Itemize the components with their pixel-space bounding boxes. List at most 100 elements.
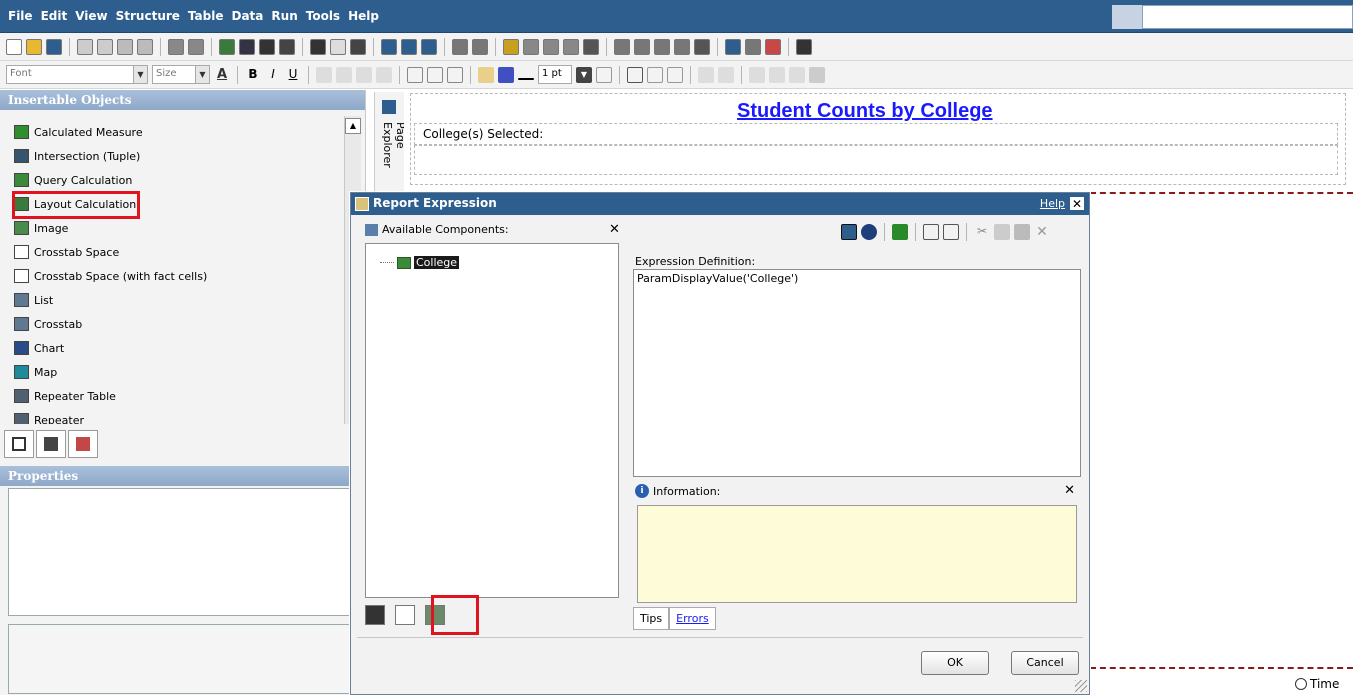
table-icon[interactable] (627, 66, 643, 83)
menu-view[interactable]: View (75, 9, 107, 23)
pick-style-icon[interactable] (769, 66, 785, 83)
borders-icon[interactable] (596, 66, 612, 83)
menu-file[interactable]: File (8, 9, 33, 23)
dialog-help-link[interactable]: Help (1040, 197, 1065, 210)
tab-source[interactable] (4, 430, 34, 458)
up-icon[interactable] (421, 39, 437, 55)
resize-grip[interactable] (1075, 680, 1087, 692)
ok-button[interactable]: OK (921, 651, 989, 675)
forward-icon[interactable] (401, 39, 417, 55)
copy-icon[interactable] (994, 224, 1010, 240)
list-icon[interactable] (452, 39, 468, 55)
bold-icon[interactable]: B (245, 67, 261, 83)
swap-icon[interactable] (765, 39, 781, 55)
expression-editor-icon[interactable] (923, 224, 939, 240)
valign-bottom-icon[interactable] (447, 66, 463, 83)
justify-icon[interactable] (376, 66, 392, 83)
page-explorer-strip[interactable]: Page Explorer (374, 92, 407, 192)
report-empty-block[interactable] (414, 145, 1338, 175)
indent-icon[interactable] (698, 66, 714, 83)
list-item[interactable]: Calculated Measure (14, 123, 143, 141)
undo-icon[interactable] (168, 39, 184, 55)
chevron-down-icon[interactable]: ▼ (133, 66, 147, 83)
border-color-icon[interactable] (498, 66, 514, 83)
chevron-down-icon[interactable] (279, 39, 295, 55)
new-icon[interactable] (6, 39, 22, 55)
lock-icon[interactable] (310, 39, 326, 55)
run-icon[interactable] (259, 39, 275, 55)
valign-top-icon[interactable] (407, 66, 423, 83)
list-item[interactable]: Repeater (14, 411, 84, 424)
tab-tips[interactable]: Tips (633, 607, 670, 630)
tab-data-items[interactable] (36, 430, 66, 458)
list-item[interactable]: Repeater Table (14, 387, 116, 405)
redo-icon[interactable] (188, 39, 204, 55)
chevron-down-icon[interactable] (350, 39, 366, 55)
list-item[interactable]: List (14, 291, 53, 309)
copy-icon[interactable] (97, 39, 113, 55)
align-right-icon[interactable] (356, 66, 372, 83)
line-width-combo[interactable]: 1 pt (538, 65, 572, 84)
menu-table[interactable]: Table (188, 9, 224, 23)
tab-data-items-icon[interactable] (395, 605, 415, 625)
list-item[interactable]: Crosstab Space (with fact cells) (14, 267, 207, 285)
help-icon[interactable] (796, 39, 812, 55)
apply-style-icon[interactable] (789, 66, 805, 83)
report-title[interactable]: Student Counts by College (737, 100, 993, 123)
page-icon[interactable] (330, 39, 346, 55)
chevron-down-icon[interactable]: ▼ (576, 66, 592, 83)
chart-type-icon[interactable] (583, 39, 599, 55)
list-item[interactable]: Crosstab (14, 315, 82, 333)
menu-help[interactable]: Help (348, 9, 379, 23)
menu-tools[interactable]: Tools (306, 9, 340, 23)
group-icon[interactable] (674, 39, 690, 55)
sql-editor-icon[interactable] (943, 224, 959, 240)
xml-icon[interactable] (239, 39, 255, 55)
tab-source-icon[interactable] (365, 605, 385, 625)
size-combo[interactable]: Size ▼ (152, 65, 210, 84)
list-item[interactable]: Intersection (Tuple) (14, 147, 140, 165)
italic-icon[interactable]: I (265, 67, 281, 83)
close-icon[interactable]: ✕ (1069, 196, 1085, 211)
show-components-icon[interactable] (841, 224, 857, 240)
tree-icon[interactable] (472, 39, 488, 55)
cut-icon[interactable] (77, 39, 93, 55)
cancel-button[interactable]: Cancel (1011, 651, 1079, 675)
list-item[interactable]: Image (14, 219, 68, 237)
back-icon[interactable] (381, 39, 397, 55)
list-item[interactable]: Crosstab Space (14, 243, 119, 261)
paste-icon[interactable] (117, 39, 133, 55)
expression-icon[interactable] (219, 39, 235, 55)
align-left-icon[interactable] (316, 66, 332, 83)
font-combo[interactable]: Font ▼ (6, 65, 148, 84)
chevron-down-icon[interactable]: ▼ (195, 66, 209, 83)
paste-icon[interactable] (1014, 224, 1030, 240)
section-icon[interactable] (654, 39, 670, 55)
tab-errors[interactable]: Errors (669, 607, 716, 630)
close-icon[interactable]: ✕ (609, 222, 620, 237)
menu-run[interactable]: Run (271, 9, 297, 23)
merge-cells-icon[interactable] (647, 66, 663, 83)
list-item[interactable]: Map (14, 363, 57, 381)
scroll-up-icon[interactable]: ▲ (345, 118, 361, 134)
close-icon[interactable]: ✕ (1064, 483, 1075, 498)
menu-structure[interactable]: Structure (116, 9, 180, 23)
validate-icon[interactable] (892, 224, 908, 240)
list-item[interactable]: Chart (14, 339, 64, 357)
open-icon[interactable] (26, 39, 42, 55)
drill-icon[interactable] (694, 39, 710, 55)
align-center-icon[interactable] (336, 66, 352, 83)
line-style-icon[interactable] (518, 77, 534, 80)
cut-icon[interactable]: ✂ (974, 224, 990, 240)
sort-icon[interactable] (523, 39, 539, 55)
style-icon[interactable] (809, 66, 825, 83)
college-selected-block[interactable]: College(s) Selected: (414, 123, 1338, 145)
sort-desc-icon[interactable] (543, 39, 559, 55)
menu-edit[interactable]: Edit (41, 9, 68, 23)
menu-search-input[interactable] (1142, 5, 1353, 29)
save-icon[interactable] (46, 39, 62, 55)
underline-icon[interactable]: U (285, 67, 301, 83)
tab-toolbox[interactable] (68, 430, 98, 458)
valign-middle-icon[interactable] (427, 66, 443, 83)
crosstab-icon[interactable] (634, 39, 650, 55)
